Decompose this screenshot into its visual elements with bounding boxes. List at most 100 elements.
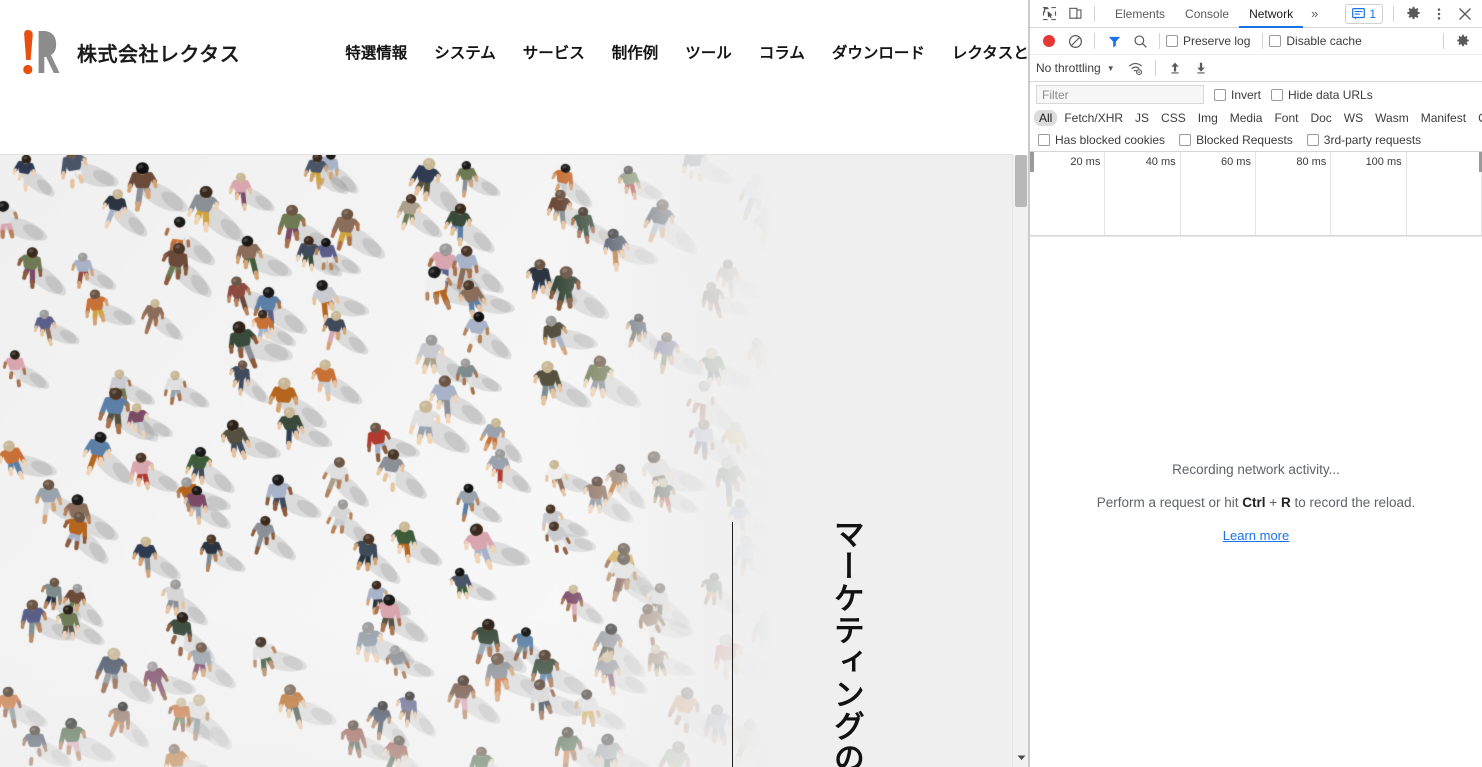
type-filter-all[interactable]: All (1034, 110, 1057, 126)
preserve-log-checkbox[interactable]: Preserve log (1166, 34, 1250, 48)
hero-section: マーケティングの最適化を考える (0, 155, 1013, 767)
record-hint-text: Perform a request or hit Ctrl + R to rec… (1097, 495, 1416, 510)
type-filter-doc[interactable]: Doc (1305, 110, 1336, 126)
invert-label: Invert (1231, 88, 1261, 102)
site-header: 株式会社レクタス 特選情報 システム サービス 制作例 ツール コラム ダウンロ… (0, 0, 1013, 155)
page-scrollbar-thumb[interactable] (1015, 155, 1027, 207)
message-icon (1352, 8, 1365, 20)
type-filter-img[interactable]: Img (1193, 110, 1223, 126)
rectus-r-logo-icon (18, 27, 64, 77)
hide-data-urls-label: Hide data URLs (1288, 88, 1373, 102)
page-scrollbar-down-arrow[interactable] (1013, 749, 1029, 765)
gear-icon[interactable] (1400, 2, 1426, 26)
nav-item-download[interactable]: ダウンロード (832, 41, 925, 63)
disable-cache-label: Disable cache (1286, 34, 1361, 48)
preserve-log-label: Preserve log (1183, 34, 1250, 48)
type-filter-other[interactable]: Other (1473, 110, 1482, 126)
timeline-tick-label: 80 ms (1296, 156, 1326, 168)
hint-suffix: to record the reload. (1291, 495, 1416, 510)
inspect-element-icon[interactable] (1036, 2, 1062, 26)
network-settings-gear-icon[interactable] (1450, 29, 1476, 53)
nav-item-service[interactable]: サービス (523, 41, 585, 63)
export-har-icon[interactable] (1188, 56, 1214, 80)
blocked-requests-checkbox[interactable]: Blocked Requests (1179, 133, 1293, 147)
filter-input[interactable] (1036, 85, 1204, 104)
network-empty-state: Recording network activity... Perform a … (1030, 236, 1482, 767)
nav-item-tokusen-joho[interactable]: 特選情報 (345, 41, 407, 63)
third-party-requests-checkbox[interactable]: 3rd-party requests (1307, 133, 1421, 147)
filter-funnel-icon[interactable] (1101, 29, 1127, 53)
type-filter-fetch-xhr[interactable]: Fetch/XHR (1059, 110, 1128, 126)
hero-vertical-rule (732, 522, 733, 767)
controls-divider-2 (1159, 33, 1160, 49)
disable-cache-checkbox[interactable]: Disable cache (1269, 34, 1361, 48)
search-icon[interactable] (1127, 29, 1153, 53)
page-vertical-scrollbar[interactable] (1012, 155, 1028, 767)
blocked-requests-box (1179, 134, 1191, 146)
timeline-cell: 60 ms (1181, 152, 1256, 235)
timeline-cell: 80 ms (1256, 152, 1331, 235)
hide-data-urls-checkbox[interactable]: Hide data URLs (1271, 88, 1373, 102)
invert-checkbox[interactable]: Invert (1214, 88, 1261, 102)
nav-item-seisakurei[interactable]: 制作例 (612, 41, 659, 63)
network-controls-row: Preserve log Disable cache (1030, 28, 1482, 55)
disable-cache-box (1269, 35, 1281, 47)
chevron-down-icon (1017, 754, 1026, 761)
third-party-requests-box (1307, 134, 1319, 146)
invert-box (1214, 89, 1226, 101)
nav-item-system[interactable]: システム (434, 41, 496, 63)
toolbar-divider (1094, 6, 1095, 22)
tab-elements[interactable]: Elements (1105, 0, 1175, 28)
type-filter-font[interactable]: Font (1269, 110, 1303, 126)
throttling-row: No throttling ▼ (1030, 55, 1482, 82)
preserve-log-box (1166, 35, 1178, 47)
device-toolbar-icon[interactable] (1062, 2, 1088, 26)
record-button-icon[interactable] (1036, 29, 1062, 53)
timeline-tick-label: 40 ms (1146, 156, 1176, 168)
throttling-value: No throttling (1036, 61, 1101, 75)
close-icon[interactable] (1452, 2, 1478, 26)
throttling-dropdown[interactable]: No throttling ▼ (1036, 61, 1115, 75)
brand-name: 株式会社レクタス (77, 38, 240, 67)
topbar-divider-2 (1393, 6, 1394, 22)
type-filter-media[interactable]: Media (1225, 110, 1268, 126)
tab-console[interactable]: Console (1175, 0, 1239, 28)
network-timeline-overview[interactable]: 20 ms 40 ms 60 ms 80 ms 100 ms (1030, 152, 1482, 236)
type-filter-wasm[interactable]: Wasm (1370, 110, 1414, 126)
type-filter-manifest[interactable]: Manifest (1416, 110, 1471, 126)
has-blocked-cookies-checkbox[interactable]: Has blocked cookies (1038, 133, 1165, 147)
browser-window: 株式会社レクタス 特選情報 システム サービス 制作例 ツール コラム ダウンロ… (0, 0, 1482, 767)
tab-network[interactable]: Network (1239, 0, 1303, 28)
network-conditions-icon[interactable] (1123, 56, 1149, 80)
blocked-requests-label: Blocked Requests (1196, 133, 1293, 147)
nav-item-about-rectus[interactable]: レクタスとは (952, 41, 1029, 63)
type-filter-ws[interactable]: WS (1339, 110, 1368, 126)
controls-divider-1 (1094, 33, 1095, 49)
hero-crowd-image (0, 155, 770, 767)
recording-status-text: Recording network activity... (1172, 462, 1340, 477)
type-filter-js[interactable]: JS (1130, 110, 1154, 126)
main-navigation: 特選情報 システム サービス 制作例 ツール コラム ダウンロード レクタスとは (345, 41, 1029, 63)
clear-icon[interactable] (1062, 29, 1088, 53)
third-party-requests-label: 3rd-party requests (1324, 133, 1421, 147)
console-message-badge[interactable]: 1 (1345, 4, 1383, 24)
blocking-filters-row: Has blocked cookies Blocked Requests 3rd… (1030, 129, 1482, 152)
brand-logo-link[interactable]: 株式会社レクタス (18, 27, 240, 77)
more-tabs-icon[interactable]: » (1303, 6, 1326, 21)
timeline-tick-label: 60 ms (1221, 156, 1251, 168)
kebab-menu-icon[interactable] (1426, 2, 1452, 26)
learn-more-link[interactable]: Learn more (1223, 528, 1289, 543)
shortcut-r: R (1281, 495, 1291, 510)
controls-divider-3 (1262, 33, 1263, 49)
hero-headline-part1: マーケティングの (829, 518, 864, 767)
nav-item-column[interactable]: コラム (759, 41, 805, 63)
type-filter-css[interactable]: CSS (1156, 110, 1191, 126)
console-message-count: 1 (1369, 7, 1376, 21)
network-filter-bar: Invert Hide data URLs (1030, 82, 1482, 107)
page-viewport: 株式会社レクタス 特選情報 システム サービス 制作例 ツール コラム ダウンロ… (0, 0, 1029, 767)
hide-data-urls-box (1271, 89, 1283, 101)
import-har-icon[interactable] (1162, 56, 1188, 80)
hero-headline: マーケティングの最適化を考える (828, 518, 863, 767)
timeline-tick-label: 100 ms (1366, 156, 1402, 168)
nav-item-tool[interactable]: ツール (685, 41, 732, 63)
